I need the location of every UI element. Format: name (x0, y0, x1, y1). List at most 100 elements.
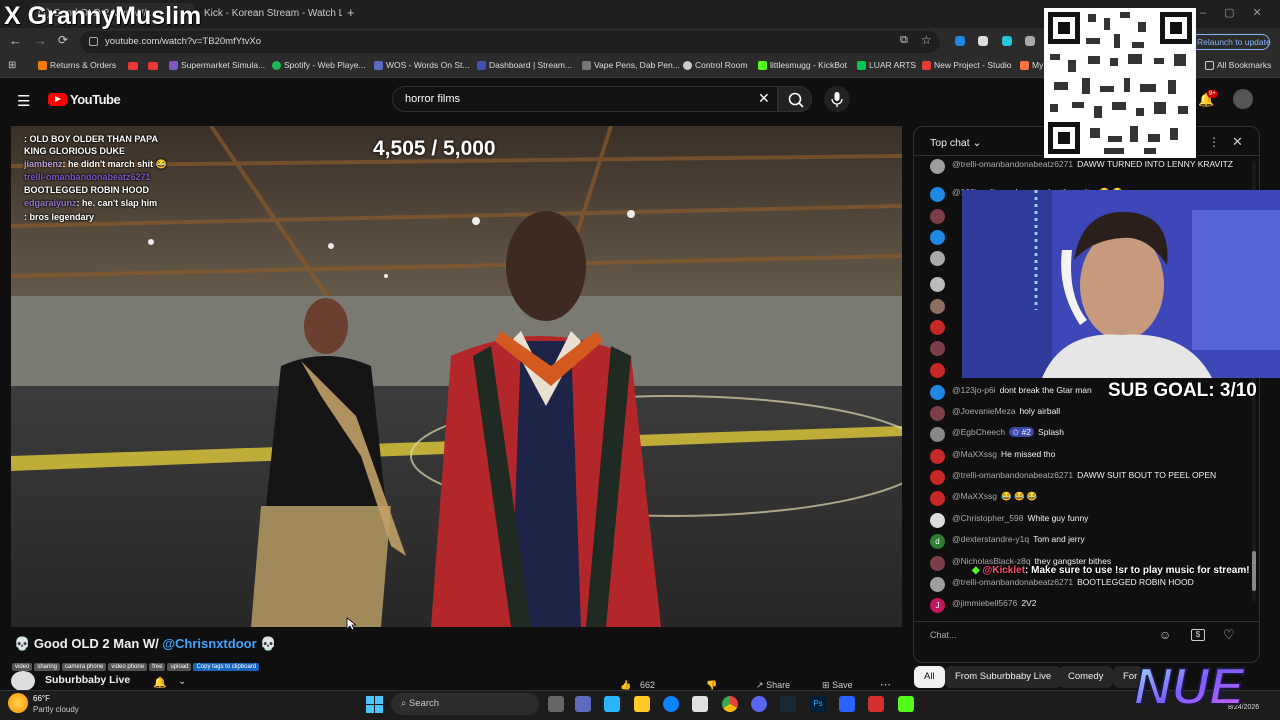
taskbar-search-label: Search (408, 698, 440, 709)
all-bookmarks[interactable]: All Bookmarks (1205, 60, 1271, 70)
avatar[interactable] (1233, 89, 1253, 109)
chat-scroll-thumb[interactable] (1252, 551, 1256, 591)
chat-message[interactable]: J @jimmiebell5676 2V2 (914, 598, 1259, 613)
bookmark-my[interactable]: My (1020, 60, 1043, 70)
chat-mode-dropdown[interactable]: Top chat ⌄ (930, 137, 981, 149)
cast-icon[interactable]: ⧉ (900, 34, 908, 47)
apps-grid-icon[interactable]: ⊞ (8, 60, 16, 71)
voice-search-button[interactable] (824, 86, 850, 112)
chat-message[interactable]: @JoevanieMeza holy airball (914, 406, 1259, 421)
chat-input[interactable]: Chat... (922, 624, 1160, 648)
channel-avatar[interactable] (11, 671, 35, 691)
chat-message[interactable]: @MaXXssg 😂 😂 😂 (914, 491, 1259, 506)
chip-comedy[interactable]: Comedy (1058, 666, 1114, 688)
bookmark-favicon-icon (758, 60, 767, 70)
tag[interactable]: upload (167, 663, 192, 671)
more-vert-icon[interactable]: ⋮ (1208, 135, 1220, 149)
bookmark-supermarket[interactable]: Supermarket Simula... (169, 60, 265, 70)
super-chat-icon[interactable]: $ (1191, 629, 1205, 641)
bookmark-spotify[interactable]: Spotify - Web Playe... (272, 60, 366, 70)
relaunch-button[interactable]: Relaunch to update (1190, 34, 1271, 50)
bookmark-wos[interactable]: WOS - Words On St... (374, 60, 469, 70)
bookmark-returns[interactable]: Returns & Orders (38, 60, 116, 70)
chat-message[interactable]: @Christopher_598 White guy funny (914, 513, 1259, 528)
youtube-logo[interactable]: YouTube (48, 92, 121, 107)
bookmark-vape[interactable]: Vape Pens, Dab Pen... (582, 60, 680, 70)
steam-icon[interactable] (780, 696, 796, 712)
tag[interactable]: camera phone (62, 663, 107, 671)
chat-message[interactable]: @trelli-omanbandonabeatz6271 DAWW TURNED … (914, 159, 1259, 174)
chip-from-channel[interactable]: From Suburbbaby Live (945, 666, 1062, 688)
clear-search-icon[interactable]: ✕ (758, 90, 770, 107)
extension-icon[interactable] (978, 36, 988, 46)
reload-icon[interactable]: ⟳ (58, 33, 68, 47)
bookmark-control-room[interactable]: Control Room (683, 60, 747, 70)
store-icon[interactable] (692, 696, 708, 712)
channel-name[interactable]: Suburbbaby Live (45, 674, 130, 686)
bookmark-label: LUAR ARTS (869, 60, 917, 70)
chat-avatar (930, 385, 945, 400)
windows-start-icon[interactable] (366, 696, 383, 713)
chrome-icon[interactable] (722, 696, 738, 712)
site-info-icon[interactable] (89, 37, 98, 46)
notes-icon[interactable] (839, 696, 855, 712)
taskbar-search[interactable]: ⌕ Search (391, 693, 539, 715)
search-icon (788, 92, 804, 108)
chat-message[interactable]: @trelli-omanbandonabeatz6271 DAWW SUIT BO… (914, 470, 1259, 485)
title-mention-link[interactable]: @Chrisnxtdoor (162, 636, 256, 651)
discord-icon[interactable] (751, 696, 767, 712)
menu-icon[interactable]: ☰ (17, 92, 30, 110)
x-logo-icon: X (4, 2, 21, 30)
emoji-icon[interactable]: ☺ (1159, 628, 1171, 642)
bookmark-favicon-icon (38, 60, 47, 70)
video-player[interactable]: : OLD BOY OLDER THAN PAPA KING GLORIOUS … (11, 126, 902, 627)
chat-text: BOOTLEGGED ROBIN HOOD (1077, 577, 1194, 587)
chat-message[interactable]: d @dexterstandre-y1q Tom and jerry (914, 534, 1259, 549)
forward-icon[interactable]: → (34, 33, 47, 48)
tag[interactable]: video phone (108, 663, 148, 671)
window-controls[interactable]: –▢✕ (1200, 6, 1280, 19)
tag[interactable]: free (149, 663, 166, 671)
extension-icon[interactable] (955, 36, 965, 46)
chat-message[interactable]: @MaXXssg He missed tho (914, 449, 1259, 464)
chevron-down-icon[interactable]: ⌄ (178, 676, 186, 687)
task-view-icon[interactable] (548, 696, 564, 712)
tag[interactable]: sharing (34, 663, 61, 671)
extension-icon[interactable] (1002, 36, 1012, 46)
edge-icon[interactable] (663, 696, 679, 712)
weather-icon[interactable] (8, 693, 28, 713)
bookmark-luar[interactable]: LUAR ARTS (857, 60, 916, 70)
weather-temp[interactable]: 66°F (33, 694, 50, 703)
tab-kick[interactable]: Kick - Korean Stream - Watch Live on... (196, 3, 342, 25)
youtube-bookmark-icon[interactable] (148, 62, 158, 70)
new-tab-button[interactable]: + (347, 5, 355, 20)
youtube-bookmark-icon[interactable] (128, 62, 138, 70)
heart-icon[interactable]: ♡ (1223, 627, 1235, 643)
chat-placeholder: Chat... (930, 630, 957, 640)
photoshop-icon[interactable]: Ps (810, 696, 826, 712)
search-button[interactable] (778, 86, 812, 112)
bookmark-kickbot[interactable]: littlesmugg - KickBot (758, 60, 847, 70)
chat-message[interactable]: @EgbCheech ✩ #2 Splash (914, 427, 1259, 442)
file-explorer-icon[interactable] (634, 696, 650, 712)
search-input[interactable]: horror films (392, 86, 778, 112)
bookmark-studio[interactable]: New Project - Studio (922, 60, 1011, 70)
notification-bell-icon[interactable]: 🔔 (153, 676, 167, 689)
chat-message-body: @MaXXssg He missed tho (952, 449, 1055, 459)
copy-tags-button[interactable]: Copy tags to clipboard (193, 663, 260, 671)
bookmark-label: WOS - Words On St... (386, 60, 470, 70)
extension-icon[interactable] (1025, 36, 1035, 46)
back-icon[interactable]: ← (9, 33, 22, 48)
kick-app-icon[interactable] (898, 696, 914, 712)
close-chat-icon[interactable]: ✕ (1232, 134, 1243, 150)
tag[interactable]: video (12, 663, 33, 671)
teams-icon[interactable] (575, 696, 591, 712)
copilot-icon[interactable] (604, 696, 620, 712)
bookmark-dashboard[interactable]: Dashboard | Stream... (477, 60, 572, 70)
weather-desc[interactable]: Partly cloudy (33, 705, 79, 714)
app-icon[interactable] (868, 696, 884, 712)
bookmark-star-icon[interactable]: ☆ (921, 33, 932, 47)
chat-message[interactable]: @trelli-omanbandonabeatz6271 BOOTLEGGED R… (914, 577, 1259, 592)
bookmark-favicon-icon (374, 60, 383, 70)
chip-all[interactable]: All (914, 666, 945, 688)
